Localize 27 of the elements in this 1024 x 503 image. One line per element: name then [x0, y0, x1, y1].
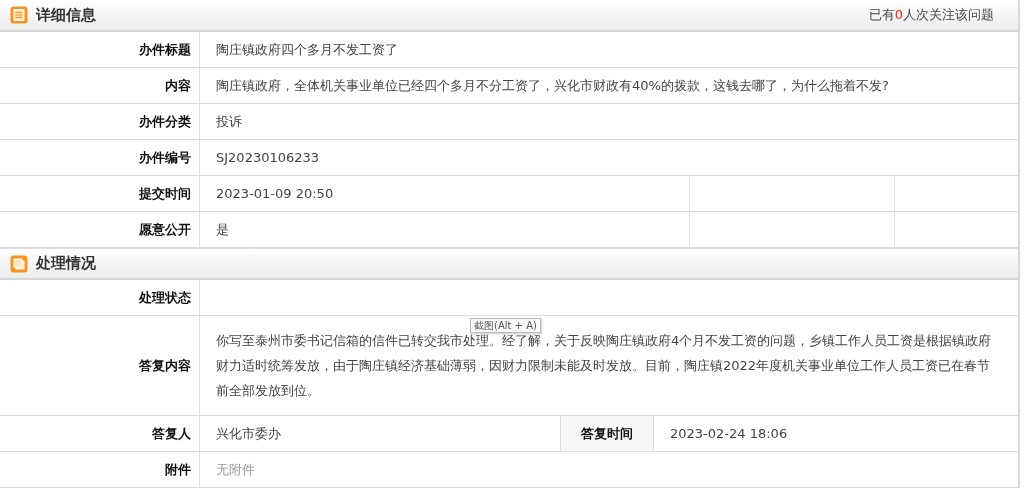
- field-label: 答复内容: [0, 316, 200, 415]
- tooltip: 截图(Alt + A): [470, 318, 541, 333]
- field-value: 2023-02-24 18:06: [670, 426, 788, 441]
- section-title: 处理情况: [36, 254, 96, 273]
- field-value: 无附件: [216, 460, 255, 479]
- field-label: 答复人: [0, 416, 200, 451]
- stacked-pages-icon: [10, 254, 28, 273]
- field-value: 兴化市委办: [216, 424, 281, 443]
- field-label: 办件编号: [0, 140, 200, 175]
- field-label: 答复时间: [560, 416, 654, 451]
- field-value: SJ20230106233: [216, 150, 320, 165]
- field-label: 提交时间: [0, 176, 200, 211]
- field-label: 愿意公开: [0, 212, 200, 247]
- field-label: 办件标题: [0, 32, 200, 67]
- watch-count-text: 已有0人次关注该问题: [868, 6, 994, 24]
- field-label: 附件: [0, 452, 200, 487]
- field-value: 2023-01-09 20:50: [216, 186, 334, 201]
- reply-paragraph: 你写至泰州市委书记信箱的信件已转交我市处理。经了解，关于反映陶庄镇政府4个月不发工资的问题，乡镇工作人员工资是根据镇政府财力适时统筹发放，由于陶庄镇经济基础薄弱，因财力限制未能及时发放。目前，陶庄镇2022年度机关事业单位工作人员工资已在春节前全部发放到位。: [216, 332, 993, 400]
- field-value: 是: [216, 220, 229, 239]
- field-label: 处理状态: [0, 280, 200, 315]
- field-value: 陶庄镇政府，全体机关事业单位已经四个多月不分工资了，兴化市财政有40%的拨款，这钱去哪了，为什么拖着不发?: [216, 76, 889, 95]
- section-title: 详细信息: [36, 5, 96, 25]
- field-value: 投诉: [216, 112, 242, 131]
- list-icon: [10, 6, 28, 24]
- field-label: 办件分类: [0, 104, 200, 139]
- field-label: 内容: [0, 68, 200, 103]
- field-value: 陶庄镇政府四个多月不发工资了: [216, 40, 398, 59]
